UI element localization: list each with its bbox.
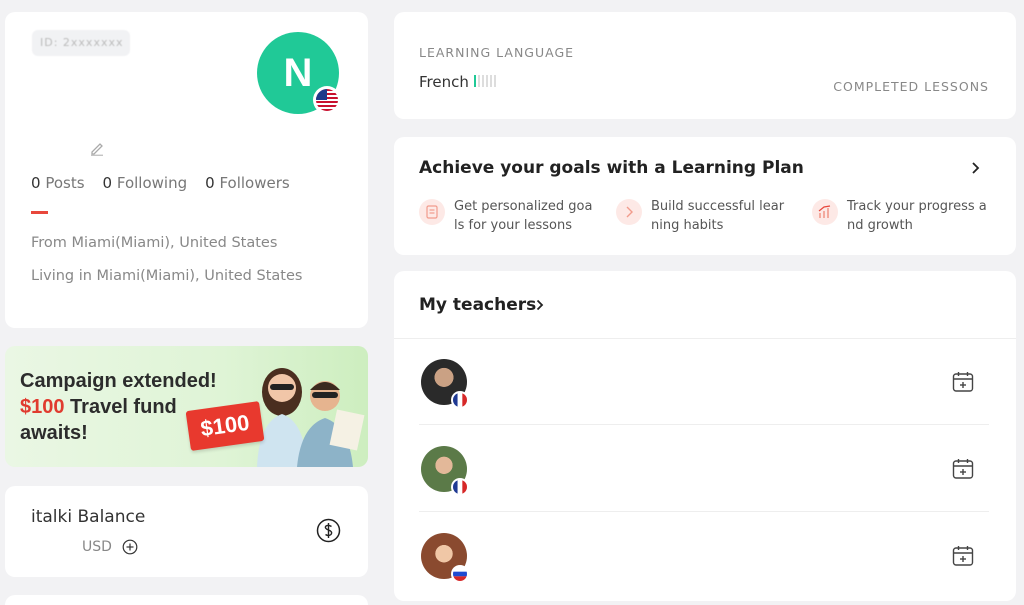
completed-lessons-label: COMPLETED LESSONS	[833, 79, 989, 94]
goal-icon	[419, 199, 445, 225]
stat-posts[interactable]: 0 Posts	[31, 174, 85, 192]
chevron-right-icon[interactable]	[533, 298, 547, 312]
stat-following[interactable]: 0 Following	[103, 174, 188, 192]
my-teachers-title[interactable]: My teachers	[419, 295, 536, 315]
france-flag-icon	[451, 391, 469, 409]
plan-item-progress: Track your progress and growth	[812, 197, 987, 235]
teacher-row[interactable]	[419, 513, 989, 599]
france-flag-icon	[451, 478, 469, 496]
from-location: From Miami(Miami), United States	[31, 235, 278, 251]
teacher-row[interactable]	[419, 339, 989, 425]
learning-language-card: LEARNING LANGUAGE French COMPLETED LESSO…	[394, 12, 1016, 119]
next-card	[5, 595, 368, 605]
calendar-add-icon[interactable]	[951, 457, 975, 481]
calendar-add-icon[interactable]	[951, 544, 975, 568]
plan-item-habits: Build successful learning habits	[616, 197, 791, 235]
balance-currency: USD	[82, 539, 112, 555]
living-location: Living in Miami(Miami), United States	[31, 268, 303, 284]
active-tab-indicator	[31, 211, 48, 214]
balance-title: italki Balance	[31, 507, 146, 527]
plus-circle-icon[interactable]	[122, 539, 138, 555]
progress-icon	[812, 199, 838, 225]
learning-language-label: LEARNING LANGUAGE	[419, 45, 575, 60]
us-flag-icon	[313, 86, 341, 114]
habit-icon	[616, 199, 642, 225]
user-id: ID: 2xxxxxxx	[32, 30, 130, 56]
stat-followers[interactable]: 0 Followers	[205, 174, 290, 192]
learning-plan-title: Achieve your goals with a Learning Plan	[419, 158, 804, 178]
teacher-row[interactable]	[419, 426, 989, 512]
profile-card: ID: 2xxxxxxx N 0 Posts 0 Following 0 Fol…	[5, 12, 368, 328]
divider	[419, 424, 989, 425]
calendar-add-icon[interactable]	[951, 370, 975, 394]
level-bar	[474, 75, 496, 87]
my-teachers-card: My teachers	[394, 271, 1016, 601]
profile-name	[35, 140, 75, 154]
russia-flag-icon	[451, 565, 469, 583]
chevron-right-icon[interactable]	[968, 161, 982, 175]
banner-text: Campaign extended! $100 Travel fund awai…	[20, 370, 217, 444]
dollar-icon	[316, 518, 341, 543]
divider	[419, 511, 989, 512]
learning-plan-card[interactable]: Achieve your goals with a Learning Plan …	[394, 137, 1016, 255]
learning-language-value: French	[419, 73, 469, 91]
profile-stats: 0 Posts 0 Following 0 Followers	[31, 174, 290, 192]
edit-icon[interactable]	[89, 140, 105, 156]
campaign-banner[interactable]: Campaign extended! $100 Travel fund awai…	[5, 346, 368, 467]
balance-card[interactable]: italki Balance USD	[5, 486, 368, 577]
plan-item-goals: Get personalized goals for your lessons	[419, 197, 594, 235]
